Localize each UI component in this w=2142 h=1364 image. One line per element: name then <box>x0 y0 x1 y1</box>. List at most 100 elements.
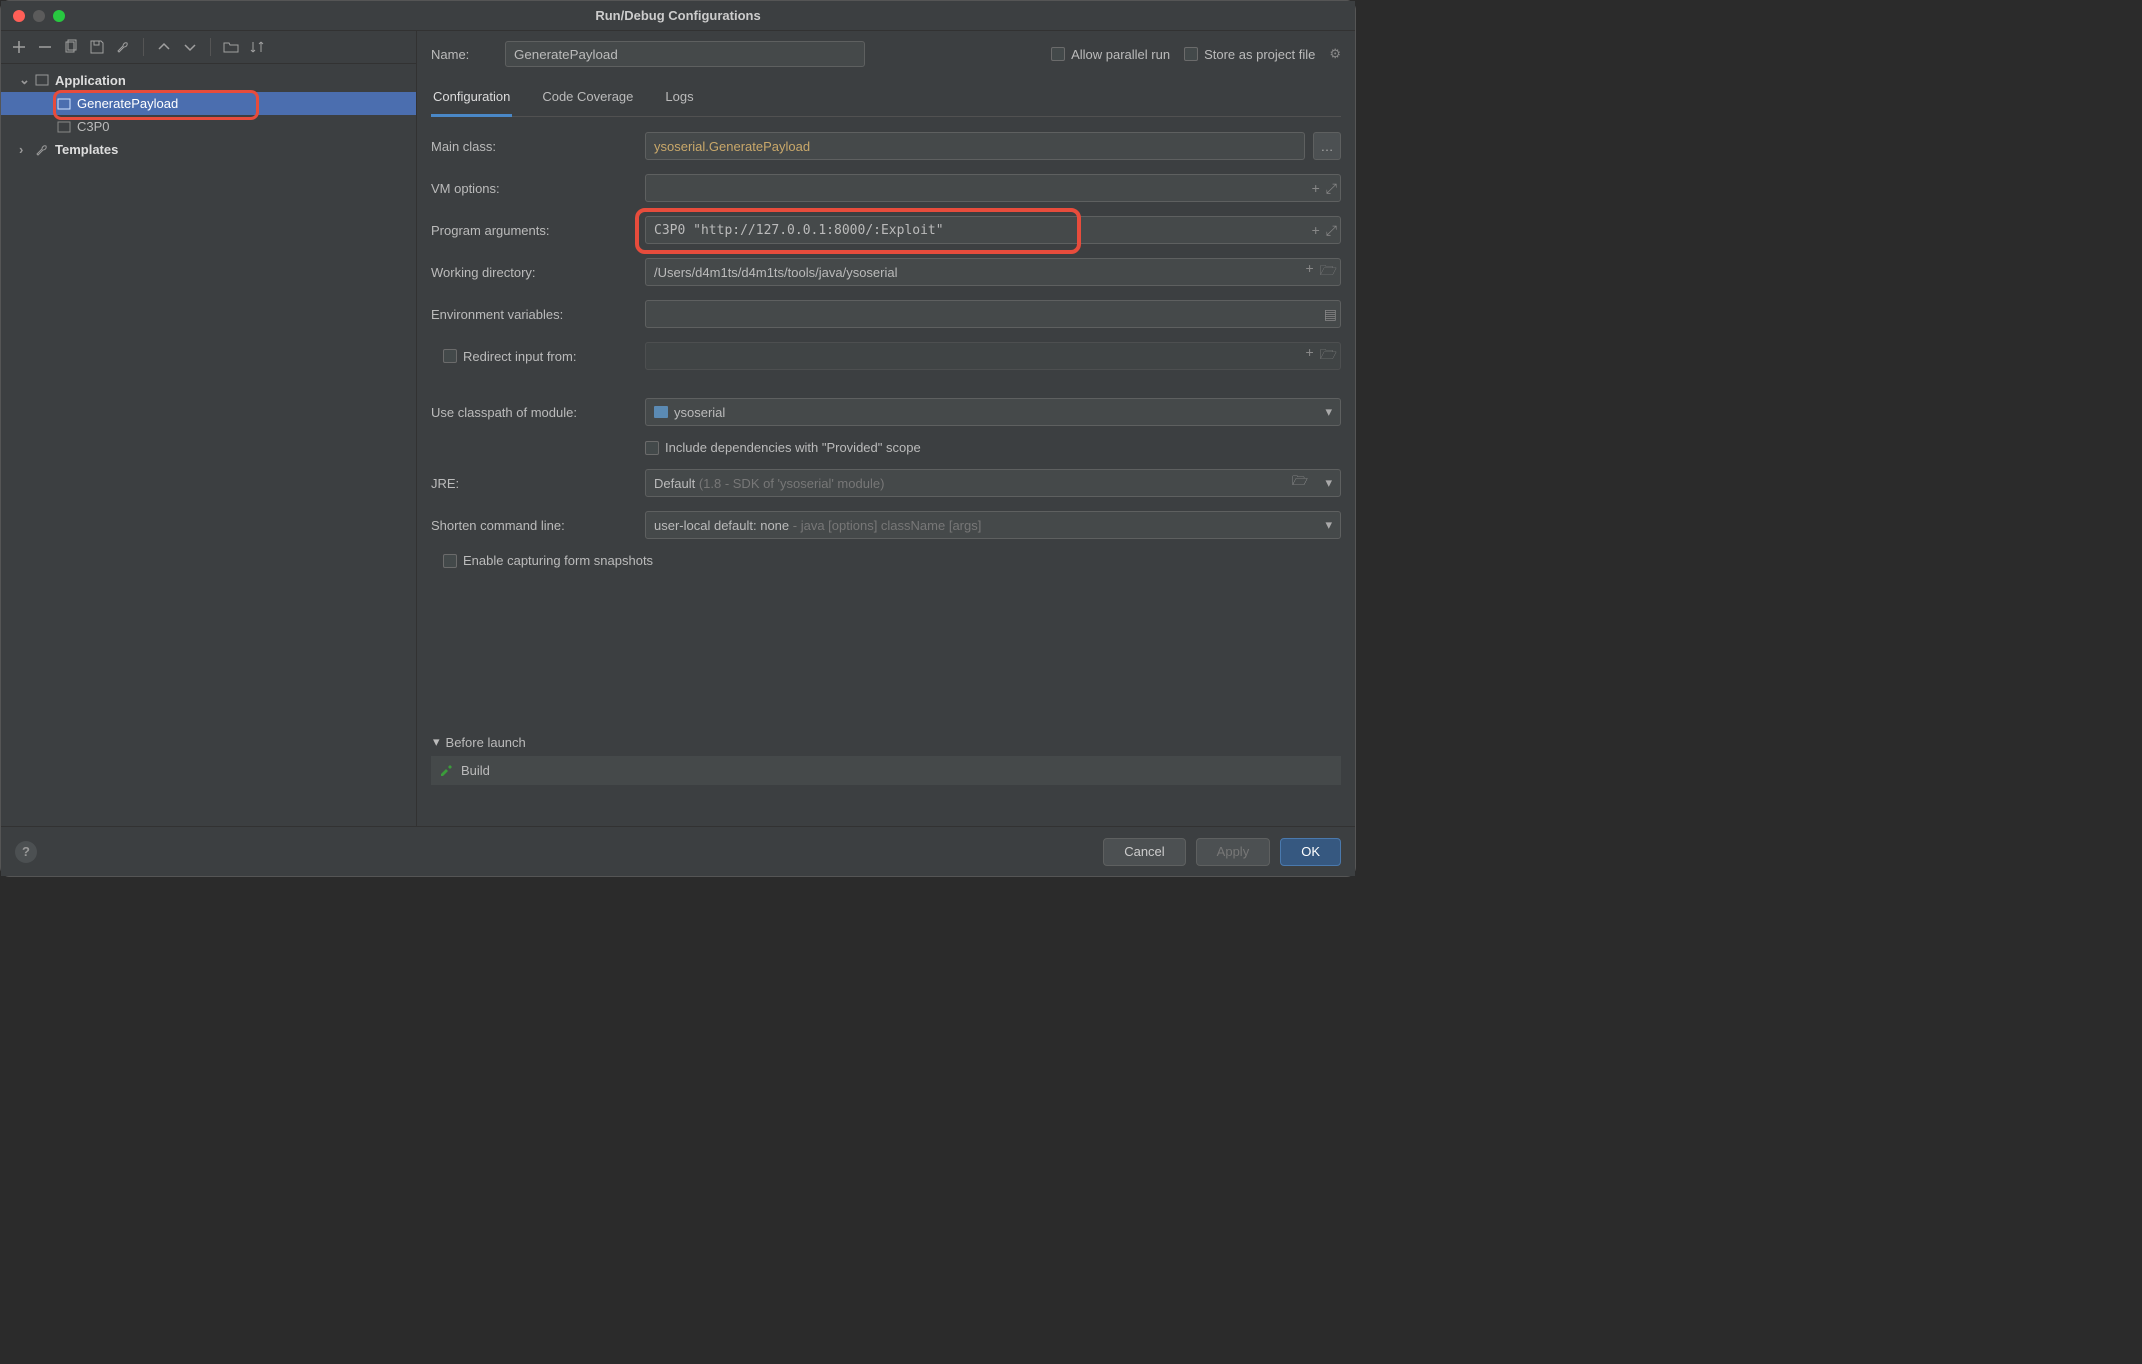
plus-icon[interactable]: + <box>1312 180 1320 197</box>
tree-group-label: Application <box>55 73 126 88</box>
program-args-input[interactable] <box>645 216 1341 244</box>
checkbox-icon <box>443 349 457 363</box>
config-tree: ⌄ Application GeneratePayload C3P0 › Tem… <box>1 64 416 826</box>
tabs: Configuration Code Coverage Logs <box>431 79 1341 117</box>
tree-item-generatepayload[interactable]: GeneratePayload <box>1 92 416 115</box>
name-label: Name: <box>431 47 491 62</box>
apply-button[interactable]: Apply <box>1196 838 1271 866</box>
chevron-down-icon: ▾ <box>1325 475 1332 491</box>
checkbox-icon <box>443 554 457 568</box>
tree-item-label: C3P0 <box>77 119 110 134</box>
redirect-input-checkbox[interactable]: Redirect input from: <box>443 349 637 364</box>
cancel-button[interactable]: Cancel <box>1103 838 1185 866</box>
folder-open-icon[interactable]: 🗁 <box>1292 472 1308 494</box>
env-vars-input[interactable] <box>645 300 1341 328</box>
chevron-down-icon: ▾ <box>1325 404 1332 420</box>
enable-snapshots-checkbox[interactable]: Enable capturing form snapshots <box>443 553 653 568</box>
application-group-icon <box>35 73 49 87</box>
minimize-window-icon[interactable] <box>33 10 45 22</box>
dropdown-value: user-local default: none - java [options… <box>654 518 981 533</box>
checkbox-label: Enable capturing form snapshots <box>463 553 653 568</box>
tab-code-coverage[interactable]: Code Coverage <box>540 79 635 116</box>
tree-group-application[interactable]: ⌄ Application <box>1 68 416 92</box>
module-icon <box>654 406 668 418</box>
before-launch-section: ▾ Before launch Build <box>431 728 1341 816</box>
list-icon[interactable]: ▤ <box>1324 306 1337 323</box>
include-deps-checkbox[interactable]: Include dependencies with "Provided" sco… <box>645 440 921 455</box>
plus-icon[interactable]: + <box>1305 260 1313 284</box>
maximize-window-icon[interactable] <box>53 10 65 22</box>
run-config-icon <box>57 97 71 111</box>
before-launch-item-label: Build <box>461 763 490 778</box>
dropdown-value: ysoserial <box>674 405 725 420</box>
close-window-icon[interactable] <box>13 10 25 22</box>
browse-main-class-button[interactable]: … <box>1313 132 1341 160</box>
gear-icon[interactable]: ⚙ <box>1329 46 1341 62</box>
help-button[interactable]: ? <box>15 841 37 863</box>
sidebar: ⌄ Application GeneratePayload C3P0 › Tem… <box>1 31 417 826</box>
jre-label: JRE: <box>431 476 637 491</box>
plus-icon[interactable]: + <box>1312 222 1320 239</box>
checkbox-icon <box>645 441 659 455</box>
before-launch-header[interactable]: ▾ Before launch <box>431 728 1341 756</box>
remove-icon[interactable] <box>37 39 53 55</box>
folder-open-icon[interactable]: 🗁 <box>1320 260 1337 284</box>
dropdown-value: Default (1.8 - SDK of 'ysoserial' module… <box>654 476 884 491</box>
up-icon[interactable] <box>156 39 172 55</box>
sidebar-toolbar <box>1 31 416 64</box>
store-project-checkbox[interactable]: Store as project file <box>1184 47 1315 62</box>
expand-icon[interactable]: ⤢ <box>1326 222 1337 239</box>
sort-icon[interactable] <box>249 39 265 55</box>
copy-icon[interactable] <box>63 39 79 55</box>
run-config-icon <box>57 120 71 134</box>
program-args-label: Program arguments: <box>431 223 637 238</box>
footer: ? Cancel Apply OK <box>1 826 1355 876</box>
vm-options-input[interactable] <box>645 174 1341 202</box>
redirect-input-field[interactable] <box>645 342 1341 370</box>
jre-dropdown[interactable]: Default (1.8 - SDK of 'ysoserial' module… <box>645 469 1341 497</box>
chevron-down-icon: ▾ <box>433 734 440 750</box>
titlebar: Run/Debug Configurations <box>1 1 1355 31</box>
tab-configuration[interactable]: Configuration <box>431 79 512 117</box>
classpath-dropdown[interactable]: ysoserial ▾ <box>645 398 1341 426</box>
vm-options-label: VM options: <box>431 181 637 196</box>
expand-icon[interactable]: ⤢ <box>1326 180 1337 197</box>
templates-icon <box>35 143 49 157</box>
checkbox-label: Include dependencies with "Provided" sco… <box>665 440 921 455</box>
name-input[interactable] <box>505 41 865 67</box>
ok-button[interactable]: OK <box>1280 838 1341 866</box>
working-dir-label: Working directory: <box>431 265 637 280</box>
tree-group-label: Templates <box>55 142 118 157</box>
add-icon[interactable] <box>11 39 27 55</box>
main-class-label: Main class: <box>431 139 637 154</box>
window-title: Run/Debug Configurations <box>595 8 760 23</box>
plus-icon[interactable]: + <box>1305 344 1313 368</box>
before-launch-item-build[interactable]: Build <box>431 756 1341 785</box>
checkbox-label: Store as project file <box>1204 47 1315 62</box>
chevron-down-icon: ▾ <box>1325 517 1332 533</box>
allow-parallel-checkbox[interactable]: Allow parallel run <box>1051 47 1170 62</box>
before-launch-list: Build <box>431 756 1341 816</box>
env-vars-label: Environment variables: <box>431 307 637 322</box>
classpath-label: Use classpath of module: <box>431 405 637 420</box>
tree-item-c3p0[interactable]: C3P0 <box>1 115 416 138</box>
tab-logs[interactable]: Logs <box>663 79 695 116</box>
shorten-dropdown[interactable]: user-local default: none - java [options… <box>645 511 1341 539</box>
chevron-down-icon: ⌄ <box>19 72 29 88</box>
shorten-label: Shorten command line: <box>431 518 637 533</box>
folder-collapse-icon[interactable] <box>223 39 239 55</box>
checkbox-label: Allow parallel run <box>1071 47 1170 62</box>
before-launch-title: Before launch <box>446 735 526 750</box>
down-icon[interactable] <box>182 39 198 55</box>
working-dir-input[interactable] <box>645 258 1341 286</box>
hammer-icon <box>439 762 453 779</box>
save-icon[interactable] <box>89 39 105 55</box>
tree-item-label: GeneratePayload <box>77 96 178 111</box>
wrench-icon[interactable] <box>115 39 131 55</box>
window-controls <box>13 10 65 22</box>
main-class-input[interactable] <box>645 132 1305 160</box>
folder-open-icon[interactable]: 🗁 <box>1320 344 1337 368</box>
checkbox-icon <box>1184 47 1198 61</box>
tree-group-templates[interactable]: › Templates <box>1 138 416 161</box>
chevron-right-icon: › <box>19 142 29 157</box>
